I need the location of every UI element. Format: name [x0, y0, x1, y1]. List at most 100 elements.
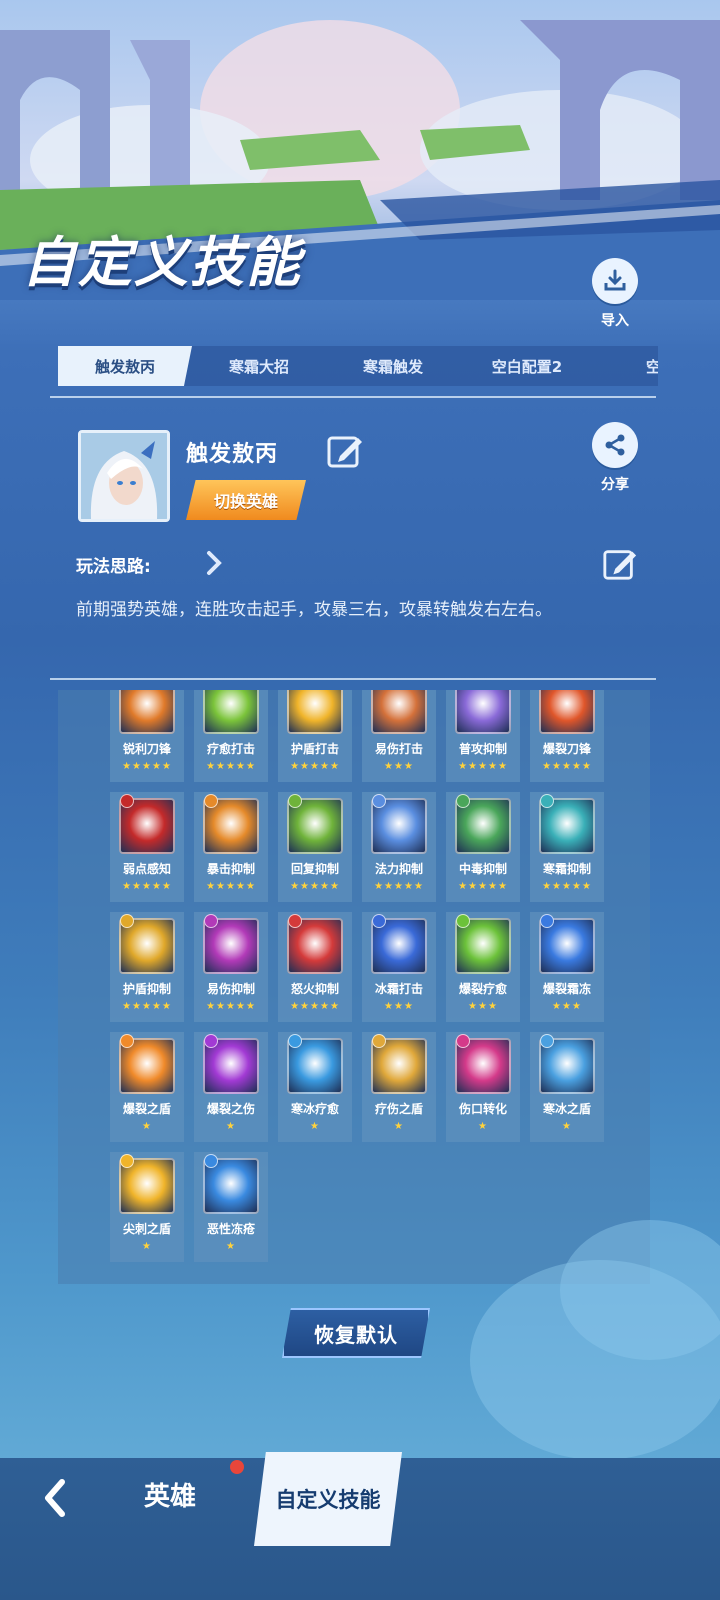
skill-type-icon [288, 794, 302, 808]
chevron-right-icon[interactable] [204, 550, 224, 580]
skill-card[interactable]: 锐利刀锋 ★★★★★ [110, 690, 184, 782]
skill-stars: ★ [226, 1241, 236, 1252]
skill-stars: ★ [226, 1121, 236, 1132]
skill-card[interactable]: 暴击抑制 ★★★★★ [194, 792, 268, 902]
skill-stars: ★★★ [552, 1001, 582, 1012]
back-button[interactable] [40, 1478, 72, 1522]
skill-type-icon [540, 1034, 554, 1048]
skill-stars: ★ [394, 1121, 404, 1132]
skill-stars: ★ [478, 1121, 488, 1132]
skill-name: 疗伤之盾 [374, 1102, 423, 1116]
skill-card[interactable]: 冰霜打击 ★★★ [362, 912, 436, 1022]
skill-card[interactable]: 爆裂之盾 ★ [110, 1032, 184, 1142]
skill-card[interactable]: 爆裂刀锋 ★★★★★ [530, 690, 604, 782]
skill-name: 中毒抑制 [458, 862, 507, 876]
skill-type-icon [540, 914, 554, 928]
skill-stars: ★★★★★ [290, 761, 340, 772]
skill-card[interactable]: 回复抑制 ★★★★★ [278, 792, 352, 902]
skill-type-icon [204, 1034, 218, 1048]
nav-heroes[interactable]: 英雄 [144, 1476, 196, 1513]
skill-name: 恶性冻疮 [206, 1222, 255, 1236]
share-button[interactable]: 分享 [592, 422, 638, 494]
skill-icon [371, 690, 427, 734]
skill-card[interactable]: 爆裂疗愈 ★★★ [446, 912, 520, 1022]
skill-name: 爆裂霜冻 [542, 982, 591, 996]
skill-stars: ★★★★★ [206, 761, 256, 772]
skill-card[interactable]: 怒火抑制 ★★★★★ [278, 912, 352, 1022]
tab-1[interactable]: 寒霜大招 [192, 346, 326, 386]
skill-card[interactable]: 法力抑制 ★★★★★ [362, 792, 436, 902]
skill-stars: ★★★★★ [542, 761, 592, 772]
skill-card[interactable]: 寒冰之盾 ★ [530, 1032, 604, 1142]
skill-card[interactable]: 普攻抑制 ★★★★★ [446, 690, 520, 782]
reset-default-button[interactable]: 恢复默认 [282, 1308, 430, 1358]
skill-name: 爆裂疗愈 [458, 982, 507, 996]
skill-card[interactable]: 护盾打击 ★★★★★ [278, 690, 352, 782]
skill-type-icon [372, 1034, 386, 1048]
skill-name: 爆裂刀锋 [542, 742, 591, 756]
config-tabs: 触发敖丙 寒霜大招 寒霜触发 空白配置2 空白 [58, 346, 658, 386]
divider [50, 678, 656, 680]
skill-type-icon [204, 914, 218, 928]
share-label: 分享 [601, 477, 629, 493]
skill-stars: ★★★★★ [374, 881, 424, 892]
skill-card[interactable]: 疗愈打击 ★★★★★ [194, 690, 268, 782]
skill-type-icon [120, 1154, 134, 1168]
skill-card[interactable]: 易伤打击 ★★★ [362, 690, 436, 782]
skill-name: 护盾打击 [290, 742, 339, 756]
nav-custom-skills[interactable]: 自定义技能 [254, 1452, 402, 1546]
skill-card[interactable]: 爆裂霜冻 ★★★ [530, 912, 604, 1022]
skill-card[interactable]: 寒冰疗愈 ★ [278, 1032, 352, 1142]
skill-name: 锐利刀锋 [122, 742, 171, 756]
skill-type-icon [540, 794, 554, 808]
skill-name: 冰霜打击 [374, 982, 423, 996]
edit-strategy-icon[interactable] [602, 546, 638, 586]
skill-name: 爆裂之伤 [206, 1102, 255, 1116]
tab-4[interactable]: 空白 [594, 346, 658, 386]
import-label: 导入 [601, 313, 629, 329]
skill-type-icon [372, 914, 386, 928]
tab-2[interactable]: 寒霜触发 [326, 346, 460, 386]
skill-stars: ★ [310, 1121, 320, 1132]
skill-card[interactable]: 尖刺之盾 ★ [110, 1152, 184, 1262]
edit-name-icon[interactable] [326, 432, 364, 474]
tab-3[interactable]: 空白配置2 [460, 346, 594, 386]
skill-stars: ★★★★★ [290, 1001, 340, 1012]
notification-dot [230, 1460, 244, 1474]
skill-card[interactable]: 中毒抑制 ★★★★★ [446, 792, 520, 902]
skill-name: 怒火抑制 [290, 982, 339, 996]
switch-hero-button[interactable]: 切换英雄 [186, 480, 306, 520]
skill-name: 弱点感知 [122, 862, 171, 876]
skill-icon [203, 690, 259, 734]
import-button[interactable]: 导入 [592, 258, 638, 330]
skill-card[interactable]: 易伤抑制 ★★★★★ [194, 912, 268, 1022]
skill-card[interactable]: 伤口转化 ★ [446, 1032, 520, 1142]
skill-stars: ★★★★★ [122, 1001, 172, 1012]
hero-avatar[interactable] [78, 430, 170, 522]
skill-name: 法力抑制 [374, 862, 423, 876]
download-icon [592, 258, 638, 304]
skill-type-icon [204, 1154, 218, 1168]
skill-stars: ★★★★★ [206, 881, 256, 892]
skill-stars: ★★★ [384, 1001, 414, 1012]
skill-name: 疗愈打击 [206, 742, 255, 756]
skill-type-icon [204, 794, 218, 808]
skill-name: 回复抑制 [290, 862, 339, 876]
skill-card[interactable]: 恶性冻疮 ★ [194, 1152, 268, 1262]
skill-type-icon [456, 1034, 470, 1048]
skill-name: 尖刺之盾 [122, 1222, 171, 1236]
strategy-label: 玩法思路: [76, 557, 151, 577]
hero-config-name: 触发敖丙 [186, 442, 279, 467]
skill-card[interactable]: 寒霜抑制 ★★★★★ [530, 792, 604, 902]
skill-icon [455, 690, 511, 734]
skill-icon [539, 690, 595, 734]
skill-type-icon [372, 794, 386, 808]
skill-type-icon [288, 1034, 302, 1048]
tab-0[interactable]: 触发敖丙 [58, 346, 192, 386]
skill-name: 护盾抑制 [122, 982, 171, 996]
skill-stars: ★★★★★ [122, 881, 172, 892]
skill-card[interactable]: 爆裂之伤 ★ [194, 1032, 268, 1142]
skill-card[interactable]: 弱点感知 ★★★★★ [110, 792, 184, 902]
skill-card[interactable]: 疗伤之盾 ★ [362, 1032, 436, 1142]
skill-card[interactable]: 护盾抑制 ★★★★★ [110, 912, 184, 1022]
